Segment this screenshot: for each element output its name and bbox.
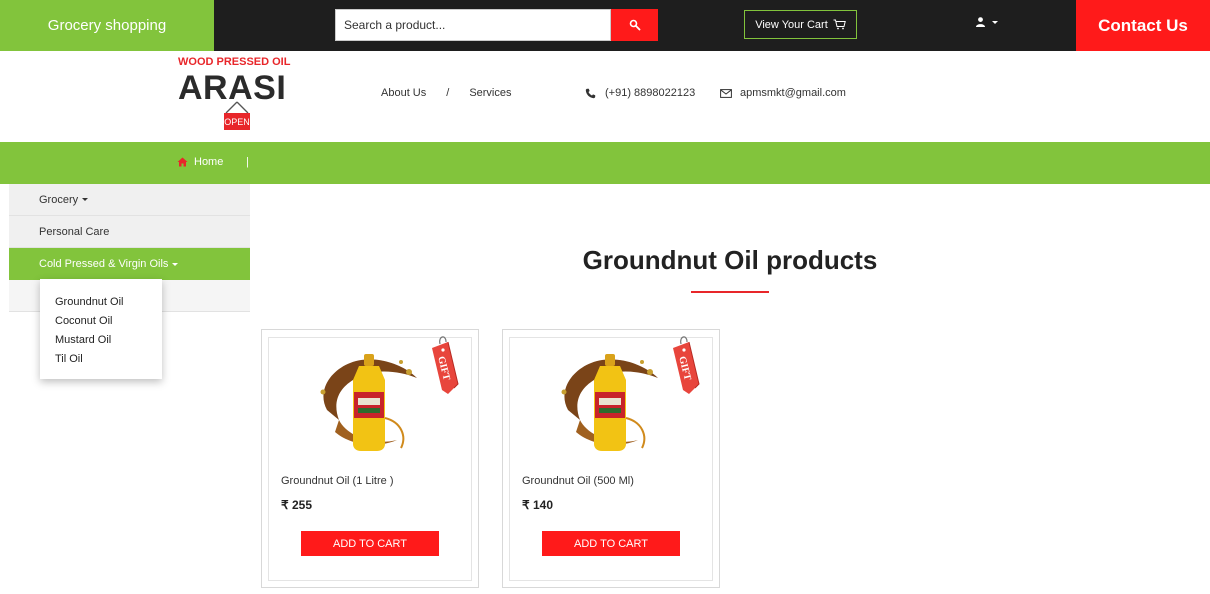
nav-divider: | xyxy=(246,156,249,168)
search-button[interactable] xyxy=(611,9,658,41)
contact-us-button[interactable]: Contact Us xyxy=(1076,0,1210,51)
product-price: ₹ 140 xyxy=(522,498,553,512)
logo-tagline: WOOD PRESSED OIL xyxy=(178,56,291,68)
top-bar: Grocery shopping View Your Cart Contact … xyxy=(0,0,1210,51)
chevron-down-icon xyxy=(172,262,179,266)
product-price: ₹ 255 xyxy=(281,498,312,512)
oil-bottle-image xyxy=(320,354,417,451)
nav-separator: / xyxy=(446,87,450,99)
header-email: apmsmkt@gmail.com xyxy=(720,87,846,99)
product-card[interactable]: GIFT Groundnut Oil (500 Ml) ₹ 140 ADD TO… xyxy=(502,329,720,588)
sidebar-item-grocery[interactable]: Grocery xyxy=(9,184,250,216)
phone-icon xyxy=(585,88,596,98)
search-input[interactable] xyxy=(335,9,611,41)
site-logo[interactable]: WOOD PRESSED OIL ARASI OPEN xyxy=(176,56,301,136)
dropdown-item-mustard-oil[interactable]: Mustard Oil xyxy=(40,331,162,350)
email-address[interactable]: apmsmkt@gmail.com xyxy=(740,87,846,99)
product-card[interactable]: GIFT Groundnut Oil (1 Litre ) ₹ 255 ADD … xyxy=(261,329,479,588)
add-to-cart-button[interactable]: ADD TO CART xyxy=(301,531,439,556)
brand-link[interactable]: Grocery shopping xyxy=(0,0,214,51)
nav-home[interactable]: Home xyxy=(177,156,223,168)
sidebar-item-label: Grocery xyxy=(39,193,79,206)
product-card-inner: GIFT Groundnut Oil (500 Ml) ₹ 140 ADD TO… xyxy=(509,336,713,581)
home-icon xyxy=(177,157,188,167)
view-cart-label: View Your Cart xyxy=(755,18,828,31)
dropdown-item-groundnut-oil[interactable]: Groundnut Oil xyxy=(40,293,162,312)
header-phone: (+91) 8898022123 xyxy=(585,87,695,99)
title-underline xyxy=(691,291,769,293)
product-name[interactable]: Groundnut Oil (1 Litre ) xyxy=(281,475,394,487)
oils-dropdown-menu: Groundnut Oil Coconut Oil Mustard Oil Ti… xyxy=(40,279,162,379)
view-cart-button[interactable]: View Your Cart xyxy=(744,10,857,39)
user-menu[interactable] xyxy=(976,17,998,27)
product-name[interactable]: Groundnut Oil (500 Ml) xyxy=(522,475,634,487)
chevron-down-icon xyxy=(992,20,998,24)
gift-tag-icon: GIFT xyxy=(432,336,459,394)
phone-number[interactable]: (+91) 8898022123 xyxy=(605,87,695,99)
email-icon xyxy=(720,88,732,98)
header-nav: About Us / Services xyxy=(381,87,512,99)
user-icon xyxy=(976,17,985,27)
product-card-inner: GIFT Groundnut Oil (1 Litre ) ₹ 255 ADD … xyxy=(268,336,472,581)
cart-icon xyxy=(833,19,846,30)
dropdown-item-coconut-oil[interactable]: Coconut Oil xyxy=(40,312,162,331)
add-to-cart-button[interactable]: ADD TO CART xyxy=(542,531,680,556)
gift-tag-icon: GIFT xyxy=(673,336,700,394)
nav-services[interactable]: Services xyxy=(469,87,511,99)
sidebar-item-label: Cold Pressed & Virgin Oils xyxy=(39,258,169,270)
search-bar xyxy=(335,9,658,41)
nav-about-us[interactable]: About Us xyxy=(381,87,426,99)
sidebar-item-cold-pressed-oils[interactable]: Cold Pressed & Virgin Oils xyxy=(9,248,250,280)
sidebar-item-label: Personal Care xyxy=(39,225,110,238)
chevron-down-icon xyxy=(82,198,89,201)
search-icon xyxy=(629,19,640,31)
oil-bottle-image xyxy=(561,354,658,451)
nav-home-label: Home xyxy=(194,156,224,168)
sidebar-item-personal-care[interactable]: Personal Care xyxy=(9,216,250,248)
page-title: Groundnut Oil products xyxy=(582,245,878,275)
dropdown-item-til-oil[interactable]: Til Oil xyxy=(40,350,162,369)
logo-open-sign: OPEN xyxy=(224,113,250,130)
